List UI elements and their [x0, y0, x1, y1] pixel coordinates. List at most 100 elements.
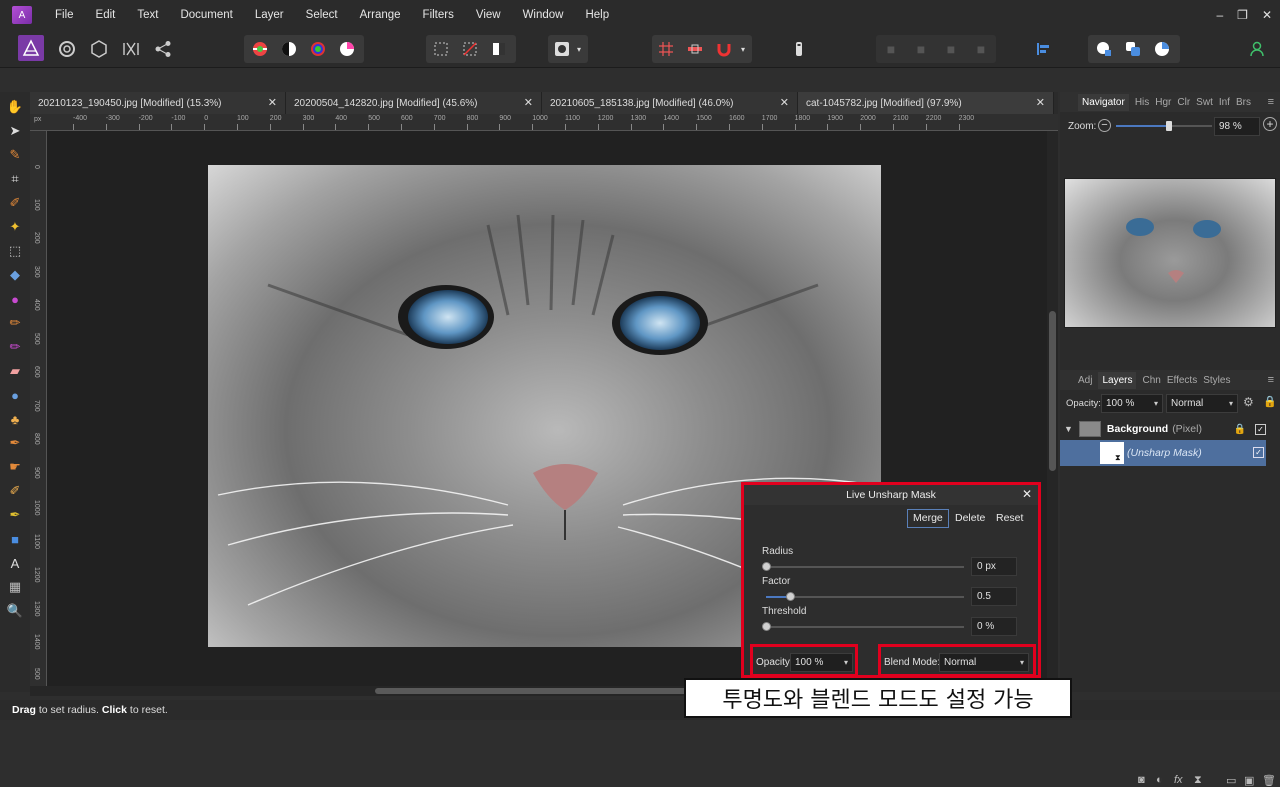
tab-color[interactable]: Clr — [1177, 97, 1190, 108]
threshold-value-field[interactable]: 0 % — [971, 617, 1017, 636]
quick-mask-icon[interactable] — [551, 38, 573, 60]
invert-selection-icon[interactable] — [488, 38, 510, 60]
menu-window[interactable]: Window — [512, 0, 575, 30]
radius-slider-knob[interactable] — [762, 562, 771, 571]
close-icon[interactable]: ✕ — [1022, 487, 1032, 501]
layer-blend-mode-select[interactable]: Normal ▾ — [1166, 394, 1238, 413]
tab-layers[interactable]: Layers — [1098, 371, 1137, 389]
tab-channels[interactable]: Chn — [1142, 375, 1160, 386]
menu-file[interactable]: File — [44, 0, 85, 30]
blur-brush-icon[interactable]: ✒ — [6, 434, 24, 452]
gradient-tool-icon[interactable]: ● — [6, 290, 24, 308]
arrange-back-icon[interactable] — [1122, 38, 1144, 60]
radius-value-field[interactable]: 0 px — [971, 557, 1017, 576]
layer-row-unsharp-mask[interactable]: ⧗ (Unsharp Mask) ✓ — [1060, 440, 1266, 466]
tab-swatches[interactable]: Swt — [1196, 97, 1213, 108]
align-icon[interactable] — [1032, 38, 1054, 60]
panel-menu-icon[interactable]: ≡ — [1268, 374, 1274, 386]
expand-arrow-icon[interactable]: ▼ — [1064, 424, 1073, 434]
marquee-tool-icon[interactable]: ⬚ — [6, 242, 24, 260]
mesh-warp-icon[interactable]: ▦ — [6, 578, 24, 596]
menu-help[interactable]: Help — [574, 0, 620, 30]
menu-text[interactable]: Text — [126, 0, 169, 30]
restore-icon[interactable]: ❐ — [1237, 8, 1248, 22]
tab-styles[interactable]: Styles — [1203, 375, 1230, 386]
clone-brush-icon[interactable]: ♣ — [6, 410, 24, 428]
quick-mask-dropdown-icon[interactable]: ▾ — [573, 38, 585, 60]
menu-layer[interactable]: Layer — [244, 0, 295, 30]
erase-brush-icon[interactable]: ▰ — [6, 362, 24, 380]
delete-layer-icon[interactable]: 🗑 — [1262, 774, 1276, 787]
zoom-slider-knob[interactable] — [1165, 121, 1172, 131]
move-tool-icon[interactable]: ➤ — [6, 122, 24, 140]
menu-document[interactable]: Document — [169, 0, 243, 30]
mask-layer-icon[interactable]: ◙ — [1138, 774, 1145, 786]
user-account-icon[interactable] — [1246, 38, 1268, 60]
scrollbar-thumb[interactable] — [1049, 311, 1056, 471]
boolean-intersect-icon[interactable]: ■ — [940, 38, 962, 60]
hand-tool-icon[interactable]: ✋ — [6, 98, 24, 116]
zoom-tool-icon[interactable]: 🔍 — [6, 602, 24, 620]
dialog-blend-mode-select[interactable]: Normal ▾ — [939, 653, 1029, 672]
crop-tool-icon[interactable]: ⌗ — [6, 170, 24, 188]
selection-brush-icon[interactable]: ✐ — [6, 194, 24, 212]
flood-select-icon[interactable]: ✦ — [6, 218, 24, 236]
tab-brushes[interactable]: Brs — [1236, 97, 1251, 108]
factor-slider[interactable] — [766, 592, 964, 601]
close-window-icon[interactable]: ✕ — [1262, 8, 1272, 22]
close-tab-icon[interactable]: ✕ — [1036, 96, 1045, 109]
lock-icon[interactable]: 🔒 — [1263, 395, 1277, 408]
tone-mapping-persona-icon[interactable] — [120, 38, 142, 60]
snapping-magnet-icon[interactable] — [713, 38, 735, 60]
photo-persona-icon[interactable] — [18, 35, 44, 61]
tab-document-4[interactable]: cat-1045782.jpg [Modified] (97.9%) ✕ — [798, 92, 1054, 114]
threshold-slider-knob[interactable] — [762, 622, 771, 631]
menu-arrange[interactable]: Arrange — [349, 0, 412, 30]
tab-effects[interactable]: Effects — [1167, 375, 1197, 386]
auto-contrast-icon[interactable] — [278, 38, 300, 60]
tab-histogram[interactable]: Hgr — [1155, 97, 1171, 108]
navigator-preview[interactable] — [1064, 178, 1276, 328]
menu-view[interactable]: View — [465, 0, 512, 30]
assistant-icon[interactable] — [788, 38, 810, 60]
zoom-value-field[interactable]: 98 % — [1214, 117, 1260, 136]
select-all-icon[interactable] — [430, 38, 452, 60]
layer-visibility-checkbox[interactable]: ✓ — [1255, 423, 1266, 435]
zoom-in-icon[interactable]: + — [1263, 117, 1277, 131]
add-group-icon[interactable]: ▭ — [1226, 774, 1236, 787]
layer-opacity-field[interactable]: 100 % ▾ — [1101, 394, 1163, 413]
panel-menu-icon[interactable]: ≡ — [1268, 96, 1274, 108]
dialog-opacity-field[interactable]: 100 % ▾ — [790, 653, 853, 672]
layer-lock-icon[interactable]: 🔒 — [1234, 424, 1246, 435]
auto-colors-icon[interactable] — [307, 38, 329, 60]
tab-navigator[interactable]: Navigator — [1078, 93, 1129, 111]
close-tab-icon[interactable]: ✕ — [780, 96, 789, 109]
tab-adjustments[interactable]: Adj — [1078, 375, 1092, 386]
snapping-dropdown-icon[interactable]: ▾ — [737, 38, 749, 60]
fx-icon[interactable]: fx — [1174, 774, 1183, 786]
gear-icon[interactable]: ⚙ — [1243, 395, 1254, 409]
zoom-out-icon[interactable]: − — [1098, 119, 1111, 132]
boolean-xor-icon[interactable]: ■ — [970, 38, 992, 60]
scrollbar-thumb[interactable] — [375, 688, 695, 694]
filter-visibility-checkbox[interactable]: ✓ — [1253, 447, 1264, 458]
artistic-text-icon[interactable]: A — [6, 554, 24, 572]
close-tab-icon[interactable]: ✕ — [268, 96, 277, 109]
deselect-icon[interactable] — [459, 38, 481, 60]
arrange-front-icon[interactable] — [1093, 38, 1115, 60]
auto-levels-icon[interactable] — [249, 38, 271, 60]
tab-document-2[interactable]: 20200504_142820.jpg [Modified] (45.6%) ✕ — [286, 92, 542, 114]
pen-tool-icon[interactable]: ✒ — [6, 506, 24, 524]
snapping-bar-icon[interactable] — [684, 38, 706, 60]
close-tab-icon[interactable]: ✕ — [524, 96, 533, 109]
inpainting-brush-icon[interactable]: ✐ — [6, 482, 24, 500]
merge-button[interactable]: Merge — [907, 509, 949, 528]
arrange-pie-icon[interactable] — [1151, 38, 1173, 60]
delete-button[interactable]: Delete — [949, 509, 991, 528]
tab-history[interactable]: His — [1135, 97, 1149, 108]
export-persona-icon[interactable] — [152, 38, 174, 60]
vertical-scrollbar[interactable] — [1047, 131, 1058, 686]
threshold-slider[interactable] — [762, 622, 964, 631]
reset-button[interactable]: Reset — [990, 509, 1029, 528]
develop-persona-icon[interactable] — [88, 38, 110, 60]
